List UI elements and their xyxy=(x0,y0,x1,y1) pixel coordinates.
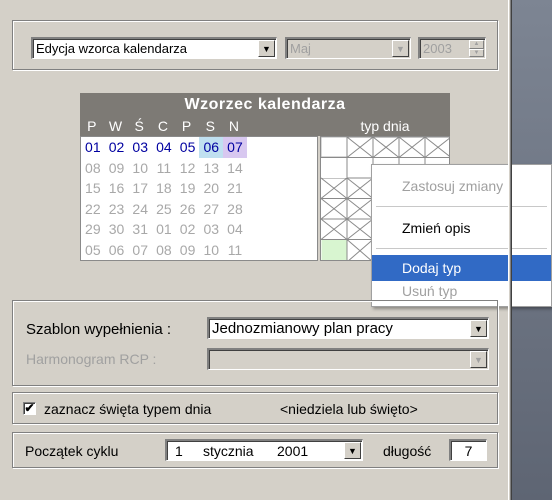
calendar-day-cell[interactable]: 22 xyxy=(81,199,105,220)
weekday-header: PWŚCPSN xyxy=(80,117,320,136)
calendar-week-row: 15 16 17 18 19 20 21 xyxy=(81,178,317,199)
weekday-label: C xyxy=(157,118,168,134)
weekday-label: P xyxy=(87,118,97,134)
menu-item-add-type[interactable]: Dodaj typ xyxy=(372,255,551,281)
calendar-day-cell[interactable]: 01 xyxy=(152,219,176,240)
menu-separator xyxy=(376,206,547,207)
cycle-start-date[interactable]: 1 stycznia 2001 ▼ xyxy=(165,439,363,461)
cycle-length-input[interactable]: 7 xyxy=(449,439,487,461)
weekday-label: P xyxy=(181,118,192,134)
calendar-day-cell[interactable]: 04 xyxy=(152,137,176,158)
cycle-day: 1 xyxy=(175,442,183,459)
calendar-day-cell[interactable]: 30 xyxy=(105,219,129,240)
calendar-day-cell[interactable]: 02 xyxy=(105,137,129,158)
mode-select-value: Edycja wzorca kalendarza xyxy=(36,41,188,56)
calendar-week-row: 05 06 07 08 09 10 11 xyxy=(81,240,317,261)
calendar-day-cell[interactable]: 16 xyxy=(105,178,129,199)
calendar-day-cell[interactable]: 04 xyxy=(223,219,247,240)
mode-select[interactable]: Edycja wzorca kalendarza ▼ xyxy=(31,37,277,59)
calendar-week-row: 22 23 24 25 26 27 28 xyxy=(81,199,317,220)
calendar-week-row: 29 30 31 01 02 03 04 xyxy=(81,219,317,240)
cycle-year: 2001 xyxy=(277,442,309,459)
chevron-down-icon[interactable]: ▼ xyxy=(470,351,487,368)
calendar-day-cell[interactable]: 14 xyxy=(223,158,247,179)
fill-group-frame xyxy=(12,300,498,386)
menu-separator xyxy=(376,248,547,249)
calendar-week-row: 08 09 10 11 12 13 14 xyxy=(81,158,317,179)
checkmark-icon: ✔ xyxy=(24,401,35,415)
calendar-day-cell[interactable]: 15 xyxy=(81,178,105,199)
calendar-day-cell[interactable]: 23 xyxy=(105,199,129,220)
calendar-title: Wzorzec kalendarza xyxy=(80,93,450,117)
calendar-day-cell[interactable]: 03 xyxy=(128,137,152,158)
calendar-day-cell[interactable]: 26 xyxy=(176,199,200,220)
calendar-day-cell[interactable]: 09 xyxy=(176,240,200,261)
chevron-down-icon[interactable]: ▼ xyxy=(258,40,275,57)
calendar-day-cell[interactable]: 08 xyxy=(152,240,176,261)
calendar-day-cell[interactable]: 10 xyxy=(199,240,223,261)
calendar-day-cell[interactable]: 07 xyxy=(128,240,152,261)
cycle-length-label: długość xyxy=(383,443,432,459)
calendar-day-cell[interactable]: 06 xyxy=(199,137,224,158)
rcp-select[interactable]: ▼ xyxy=(207,348,489,370)
calendar-day-cell[interactable]: 25 xyxy=(152,199,176,220)
calendar-day-cell[interactable]: 28 xyxy=(223,199,247,220)
menu-item-change-description[interactable]: Zmień opis xyxy=(372,215,551,241)
chevron-down-icon[interactable]: ▼ xyxy=(470,320,487,337)
calendar-day-cell[interactable]: 19 xyxy=(176,178,200,199)
menu-item-apply-changes[interactable]: Zastosuj zmiany xyxy=(372,173,551,199)
calendar-day-cell[interactable]: 01 xyxy=(81,137,105,158)
calendar-day-cell[interactable]: 02 xyxy=(176,219,200,240)
context-menu: Zastosuj zmiany Zmień opis Dodaj typ Usu… xyxy=(371,164,552,307)
weekday-label: W xyxy=(108,118,123,134)
calendar-week-row: 01 02 03 04 05 06 07 xyxy=(81,137,317,158)
calendar-day-cell[interactable]: 05 xyxy=(81,240,105,261)
calendar-day-cell[interactable]: 10 xyxy=(128,158,152,179)
calendar-day-cell[interactable]: 08 xyxy=(81,158,105,179)
calendar-day-cell[interactable]: 27 xyxy=(199,199,223,220)
calendar-day-cell[interactable]: 24 xyxy=(128,199,152,220)
dialog-right-border xyxy=(508,0,512,500)
template-select-value: Jednozmianowy plan pracy xyxy=(212,320,393,337)
calendar-day-cell[interactable]: 12 xyxy=(176,158,200,179)
calendar-day-cell[interactable]: 11 xyxy=(152,158,176,179)
calendar-day-cell[interactable]: 20 xyxy=(199,178,223,199)
calendar-day-cell[interactable]: 05 xyxy=(176,137,200,158)
calendar-day-cell[interactable]: 18 xyxy=(152,178,176,199)
holiday-hint: <niedziela lub święto> xyxy=(280,401,418,417)
template-select[interactable]: Jednozmianowy plan pracy ▼ xyxy=(207,317,489,339)
calendar-day-cell[interactable]: 07 xyxy=(223,137,247,158)
weekday-label: N xyxy=(228,118,240,134)
chevron-down-icon[interactable]: ▼ xyxy=(392,40,409,57)
template-label: Szablon wypełnienia : xyxy=(26,321,172,338)
year-spinner-value: 2003 xyxy=(423,41,452,56)
day-type-header: typ dnia xyxy=(320,117,450,136)
calendar-day-cell[interactable]: 31 xyxy=(128,219,152,240)
calendar-day-cell[interactable]: 17 xyxy=(128,178,152,199)
calendar-day-cell[interactable]: 06 xyxy=(105,240,129,261)
weekday-label: S xyxy=(205,118,215,134)
rcp-label: Harmonogram RCP : xyxy=(26,351,157,367)
calendar-day-cell[interactable]: 09 xyxy=(105,158,129,179)
cycle-month: stycznia xyxy=(203,442,254,459)
calendar-template-dialog: Edycja wzorca kalendarza ▼ Maj ▼ 2003 ▲ ▼… xyxy=(0,0,552,500)
cycle-start-label: Początek cyklu xyxy=(25,443,119,459)
spin-arrows-icon[interactable]: ▲ ▼ xyxy=(469,40,484,57)
calendar-day-cell[interactable]: 13 xyxy=(199,158,223,179)
year-spinner[interactable]: 2003 ▲ ▼ xyxy=(418,37,486,59)
weekday-label: Ś xyxy=(134,118,144,134)
month-select-value: Maj xyxy=(290,41,311,56)
cycle-length-value: 7 xyxy=(464,442,473,459)
chevron-down-icon[interactable]: ▼ xyxy=(344,442,361,459)
calendar-day-cell[interactable]: 29 xyxy=(81,219,105,240)
month-select[interactable]: Maj ▼ xyxy=(285,37,411,59)
holiday-label: zaznacz święta typem dnia xyxy=(44,401,212,417)
holiday-checkbox[interactable]: ✔ xyxy=(23,402,36,415)
calendar-day-cell[interactable]: 03 xyxy=(199,219,223,240)
calendar-day-cell[interactable]: 21 xyxy=(223,178,247,199)
calendar-grid: 01 02 03 04 05 06 07 08 09 10 11 12 13 14 15 16 17 18 19 20… xyxy=(80,136,318,261)
calendar-day-cell[interactable]: 11 xyxy=(223,240,247,261)
